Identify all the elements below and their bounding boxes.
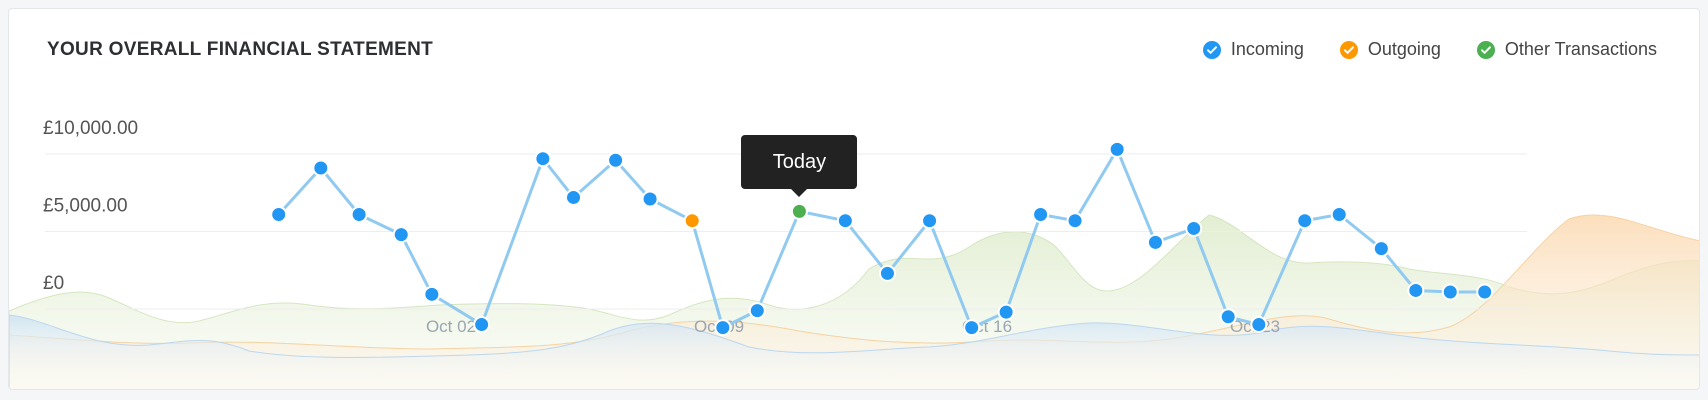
data-point[interactable] <box>1066 212 1084 230</box>
data-point[interactable] <box>997 303 1015 321</box>
data-point[interactable] <box>878 264 896 282</box>
data-point[interactable] <box>534 150 552 168</box>
data-point[interactable] <box>641 190 659 208</box>
today-tooltip: Today <box>741 135 858 198</box>
data-point[interactable] <box>963 319 981 337</box>
line-chart: £10,000.00£5,000.00£0 Oct 02 Oct 09 Oct 16… <box>9 118 1699 389</box>
data-point[interactable] <box>1185 219 1203 237</box>
data-point[interactable] <box>607 151 625 169</box>
data-point[interactable] <box>836 212 854 230</box>
x-tick-label: Oct 02 <box>426 317 476 336</box>
data-point[interactable] <box>683 212 701 230</box>
data-point[interactable] <box>921 212 939 230</box>
data-point[interactable] <box>565 188 583 206</box>
data-point[interactable] <box>1219 308 1237 326</box>
data-point[interactable] <box>714 319 732 337</box>
data-point[interactable] <box>1108 140 1126 158</box>
data-point[interactable] <box>350 206 368 223</box>
data-point[interactable] <box>1372 240 1390 258</box>
data-point[interactable] <box>312 159 330 177</box>
y-tick-label: £10,000.00 <box>43 118 138 139</box>
financial-statement-card: YOUR OVERALL FINANCIAL STATEMENT Incomin… <box>8 8 1700 390</box>
data-point[interactable] <box>1296 212 1314 230</box>
data-point[interactable] <box>473 316 491 334</box>
y-tick-label: £0 <box>43 273 64 294</box>
data-point[interactable] <box>1476 283 1494 301</box>
data-point[interactable] <box>1330 206 1348 223</box>
data-point[interactable] <box>1250 316 1268 334</box>
data-point[interactable] <box>1407 281 1425 299</box>
data-point[interactable] <box>1032 206 1050 223</box>
data-point[interactable] <box>270 206 288 223</box>
data-point[interactable] <box>1146 233 1164 251</box>
data-point[interactable] <box>392 226 410 244</box>
data-point[interactable] <box>1441 283 1459 301</box>
data-point[interactable] <box>423 285 441 303</box>
data-point[interactable] <box>790 202 808 220</box>
y-tick-label: £5,000.00 <box>43 196 128 217</box>
data-point[interactable] <box>748 302 766 320</box>
